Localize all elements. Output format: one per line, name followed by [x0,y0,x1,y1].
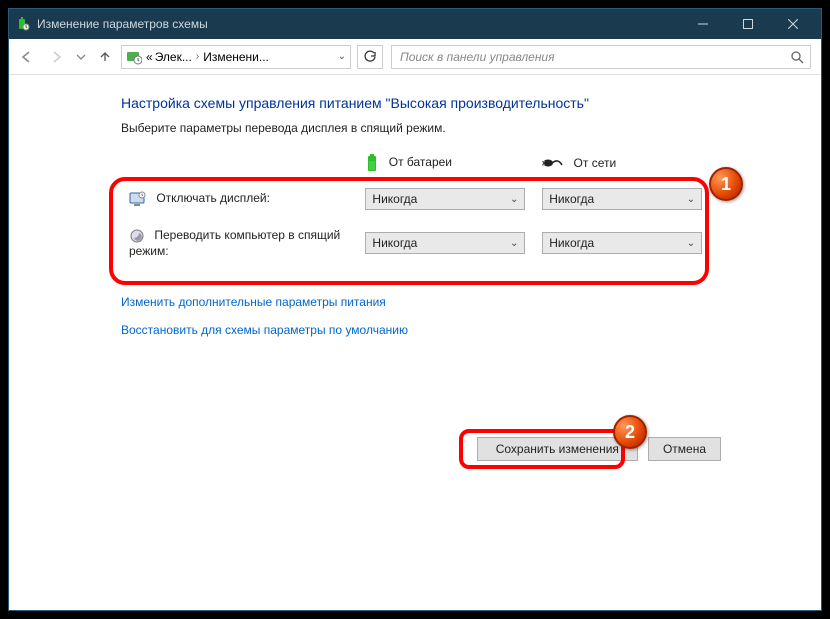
chevron-down-icon: ⌄ [687,238,695,249]
up-button[interactable] [91,43,119,71]
window-frame: Изменение параметров схемы [8,8,822,611]
page-title: Настройка схемы управления питанием "Выс… [121,95,821,111]
search-box[interactable] [391,45,811,69]
maximize-button[interactable] [725,9,770,39]
column-plugged-label: От сети [574,156,617,170]
forward-button[interactable] [43,43,71,71]
search-icon [790,50,804,64]
control-panel-icon [126,49,142,65]
display-icon [129,191,147,207]
chevron-down-icon: ⌄ [510,238,518,249]
chevron-down-icon: ⌄ [510,194,518,205]
save-button[interactable]: Сохранить изменения [477,437,638,461]
navbar: « Элек... › Изменени... ⌄ [9,39,821,75]
content-area: Настройка схемы управления питанием "Выс… [9,75,821,610]
sleep-battery-select[interactable]: Никогда ⌄ [365,232,525,254]
sleep-icon [129,228,145,244]
minimize-button[interactable] [680,9,725,39]
titlebar: Изменение параметров схемы [9,9,821,39]
links-section: Изменить дополнительные параметры питани… [121,295,821,337]
annotation-badge-2: 2 [613,415,647,449]
close-button[interactable] [770,9,815,39]
restore-defaults-link[interactable]: Восстановить для схемы параметры по умол… [121,323,408,337]
chevron-right-icon: › [192,51,203,62]
annotation-badge-1: 1 [709,167,743,201]
breadcrumb-item-1[interactable]: Элек... [155,50,192,64]
power-plan-icon [15,16,31,32]
sleep-plugged-select[interactable]: Никогда ⌄ [542,232,702,254]
row-sleep-label: Переводить компьютер в спящий режим: [129,228,340,258]
window-title: Изменение параметров схемы [37,17,680,31]
refresh-button[interactable] [357,45,383,69]
recent-dropdown[interactable] [73,43,89,71]
window-controls [680,9,815,39]
battery-icon [365,153,379,173]
display-plugged-select[interactable]: Никогда ⌄ [542,188,702,210]
button-row: Сохранить изменения Отмена [477,437,721,461]
plug-icon [542,156,564,170]
settings-grid: 1 От батареи От сети [109,149,719,265]
breadcrumb-dropdown-icon[interactable]: ⌄ [338,51,346,62]
row-display-label: Отключать дисплей: [156,191,270,205]
search-input[interactable] [398,49,790,65]
breadcrumb-prefix: « [146,50,153,64]
breadcrumb[interactable]: « Элек... › Изменени... ⌄ [121,45,351,69]
display-battery-select[interactable]: Никогда ⌄ [365,188,525,210]
column-battery-label: От батареи [389,155,452,169]
advanced-settings-link[interactable]: Изменить дополнительные параметры питани… [121,295,386,309]
cancel-button[interactable]: Отмена [648,437,721,461]
page-subtext: Выберите параметры перевода дисплея в сп… [121,121,821,135]
chevron-down-icon: ⌄ [687,194,695,205]
breadcrumb-item-2[interactable]: Изменени... [203,50,269,64]
back-button[interactable] [13,43,41,71]
